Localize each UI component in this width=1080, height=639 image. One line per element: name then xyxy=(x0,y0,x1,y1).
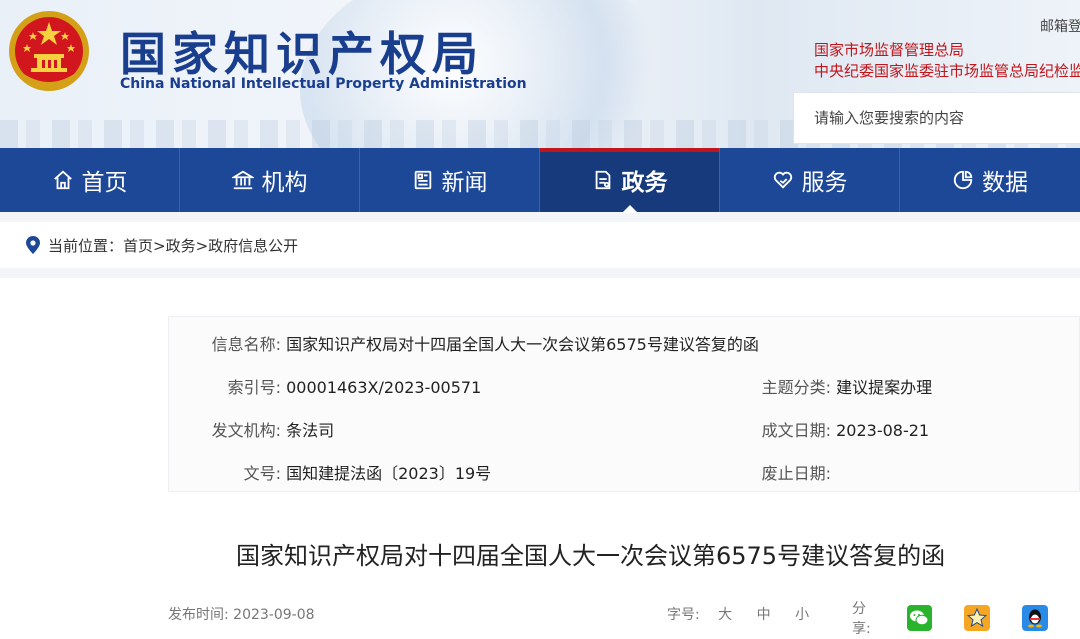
info-issuer-value: 条法司 xyxy=(286,421,335,440)
search-input[interactable] xyxy=(814,109,1074,127)
info-issuer-label: 发文机构: xyxy=(211,421,281,440)
pie-chart-icon xyxy=(953,170,973,190)
info-row-date: 成文日期: 2023-08-21 xyxy=(751,417,929,441)
nav-item-government-affairs[interactable]: 政务 xyxy=(540,148,720,213)
publish-info: 发布时间: 2023-09-08 xyxy=(168,604,315,624)
font-size-label: 字号: xyxy=(667,607,700,623)
breadcrumb: 当前位置： 首页>政务>政府信息公开 xyxy=(0,222,1080,268)
nav-item-data[interactable]: 数据 xyxy=(900,148,1080,212)
publish-date: 2023-09-08 xyxy=(233,607,315,623)
heart-hand-icon xyxy=(773,171,792,189)
nav-item-organization[interactable]: 机构 xyxy=(180,148,360,212)
share-bar: 分享: xyxy=(852,598,1080,638)
info-row-topic: 主题分类: 建议提案办理 xyxy=(751,374,933,398)
nav-item-home[interactable]: 首页 xyxy=(0,148,180,212)
nav-item-news[interactable]: 新闻 xyxy=(360,148,540,212)
nav-label: 新闻 xyxy=(441,170,488,196)
info-panel: 信息名称: 国家知识产权局对十四届全国人大一次会议第6575号建议答复的函 索引… xyxy=(168,316,1080,492)
search-box xyxy=(793,92,1080,144)
info-row-abolish: 废止日期: xyxy=(751,460,831,484)
breadcrumb-label: 当前位置： xyxy=(48,236,124,255)
info-index-label: 索引号: xyxy=(227,378,281,397)
font-size-controls: 字号: 大 中 小 xyxy=(667,604,829,624)
main-content: 信息名称: 国家知识产权局对十四届全国人大一次会议第6575号建议答复的函 索引… xyxy=(0,278,1080,639)
nav-label: 首页 xyxy=(81,170,128,196)
national-emblem-icon[interactable] xyxy=(6,8,92,94)
article-meta-bar: 发布时间: 2023-09-08 字号: 大 中 小 分享: xyxy=(0,594,1080,637)
nav-label: 政务 xyxy=(621,170,668,196)
font-size-small-button[interactable]: 小 xyxy=(795,607,809,623)
breadcrumb-path[interactable]: 首页>政务>政府信息公开 xyxy=(123,235,298,256)
info-index-value: 00001463X/2023-00571 xyxy=(286,378,482,397)
link-samr[interactable]: 国家市场监督管理总局 xyxy=(814,40,1080,61)
info-row-docno: 文号: 国知建提法函〔2023〕19号 xyxy=(169,460,492,484)
nav-item-services[interactable]: 服务 xyxy=(720,148,900,212)
info-docno-value: 国知建提法函〔2023〕19号 xyxy=(286,464,492,483)
nav-label: 服务 xyxy=(801,170,848,196)
location-pin-icon xyxy=(26,236,40,254)
nav-label: 机构 xyxy=(261,170,308,196)
font-size-medium-button[interactable]: 中 xyxy=(757,607,771,623)
font-size-large-button[interactable]: 大 xyxy=(718,607,732,623)
info-row-name: 信息名称: 国家知识产权局对十四届全国人大一次会议第6575号建议答复的函 xyxy=(169,331,759,355)
publish-label: 发布时间: xyxy=(168,607,229,623)
info-name-value: 国家知识产权局对十四届全国人大一次会议第6575号建议答复的函 xyxy=(286,335,759,354)
page-title: 国家知识产权局对十四届全国人大一次会议第6575号建议答复的函 xyxy=(236,542,946,570)
link-inspection-group[interactable]: 中央纪委国家监委驻市场监管总局纪检监察组 xyxy=(814,61,1080,82)
main-nav: 首页 机构 新闻 政务 服务 数据 xyxy=(0,148,1080,213)
qq-penguin-icon xyxy=(1028,609,1043,628)
info-row-index: 索引号: 00001463X/2023-00571 xyxy=(169,374,482,398)
info-topic-value: 建议提案办理 xyxy=(836,378,933,397)
info-row-issuer: 发文机构: 条法司 xyxy=(169,417,335,441)
mail-login-link[interactable]: 邮箱登录 xyxy=(1040,16,1080,36)
external-links: 国家市场监督管理总局 中央纪委国家监委驻市场监管总局纪检监察组 xyxy=(814,40,1080,82)
info-docno-label: 文号: xyxy=(243,464,281,483)
share-qq-button[interactable] xyxy=(1022,605,1048,631)
wechat-icon xyxy=(910,610,929,626)
info-abolish-label: 废止日期: xyxy=(761,464,831,483)
site-header: 国家知识产权局 China National Intellectual Prop… xyxy=(0,0,1080,148)
star-icon xyxy=(967,608,988,628)
newspaper-icon xyxy=(414,170,431,190)
site-title[interactable]: 国家知识产权局 xyxy=(120,18,484,84)
building-icon xyxy=(231,170,254,190)
share-wechat-button[interactable] xyxy=(906,605,933,631)
document-icon xyxy=(595,170,610,190)
info-date-label: 成文日期: xyxy=(761,421,831,440)
info-date-value: 2023-08-21 xyxy=(836,421,930,440)
info-topic-label: 主题分类: xyxy=(761,378,831,397)
info-name-label: 信息名称: xyxy=(211,335,281,354)
home-icon xyxy=(53,170,72,190)
share-label: 分享: xyxy=(852,601,871,637)
nav-label: 数据 xyxy=(981,170,1028,196)
site-subtitle: China National Intellectual Property Adm… xyxy=(120,76,527,92)
share-weibo-button[interactable] xyxy=(964,605,991,631)
